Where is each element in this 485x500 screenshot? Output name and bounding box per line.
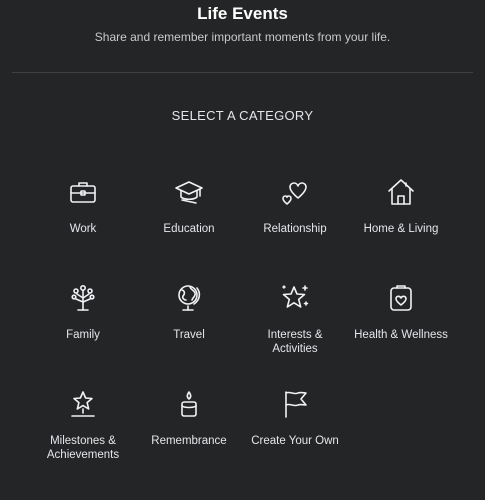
category-family[interactable]: Family [30, 276, 136, 382]
category-label: Health & Wellness [354, 329, 448, 341]
category-label: Family [66, 329, 100, 341]
category-interests-activities[interactable]: Interests & Activities [242, 276, 348, 382]
category-create-your-own[interactable]: Create Your Own [242, 382, 348, 488]
page-title: Life Events [197, 4, 288, 23]
star-sparkle-icon [277, 280, 313, 316]
briefcase-icon [65, 174, 101, 210]
category-work[interactable]: Work [30, 170, 136, 276]
section-label: SELECT A CATEGORY [171, 108, 314, 123]
category-education[interactable]: Education [136, 170, 242, 276]
health-clipboard-icon [383, 280, 419, 316]
category-label: Remembrance [151, 435, 227, 447]
category-label: Relationship [263, 223, 327, 235]
category-label: Interests & Activities [267, 329, 323, 355]
graduation-cap-icon [171, 174, 207, 210]
category-relationship[interactable]: Relationship [242, 170, 348, 276]
category-home-living[interactable]: Home & Living [348, 170, 454, 276]
house-icon [383, 174, 419, 210]
candle-icon [171, 386, 207, 422]
star-trophy-icon [65, 386, 101, 422]
category-grid: Work Education Relationship Home & Livin… [30, 170, 455, 488]
header: Life Events Share and remember important… [0, 0, 485, 45]
category-label: Create Your Own [251, 435, 339, 447]
page-subtitle: Share and remember important moments fro… [94, 30, 391, 44]
category-remembrance[interactable]: Remembrance [136, 382, 242, 488]
flag-icon [277, 386, 313, 422]
category-label: Education [163, 223, 215, 235]
family-tree-icon [65, 280, 101, 316]
category-label: Travel [173, 329, 205, 341]
category-milestones-achievements[interactable]: Milestones & Achievements [30, 382, 136, 488]
divider [12, 72, 473, 73]
category-label: Work [69, 223, 97, 235]
category-health-wellness[interactable]: Health & Wellness [348, 276, 454, 382]
category-travel[interactable]: Travel [136, 276, 242, 382]
category-label: Home & Living [363, 223, 439, 235]
globe-icon [171, 280, 207, 316]
category-label: Milestones & Achievements [46, 435, 120, 461]
hearts-icon [277, 174, 313, 210]
